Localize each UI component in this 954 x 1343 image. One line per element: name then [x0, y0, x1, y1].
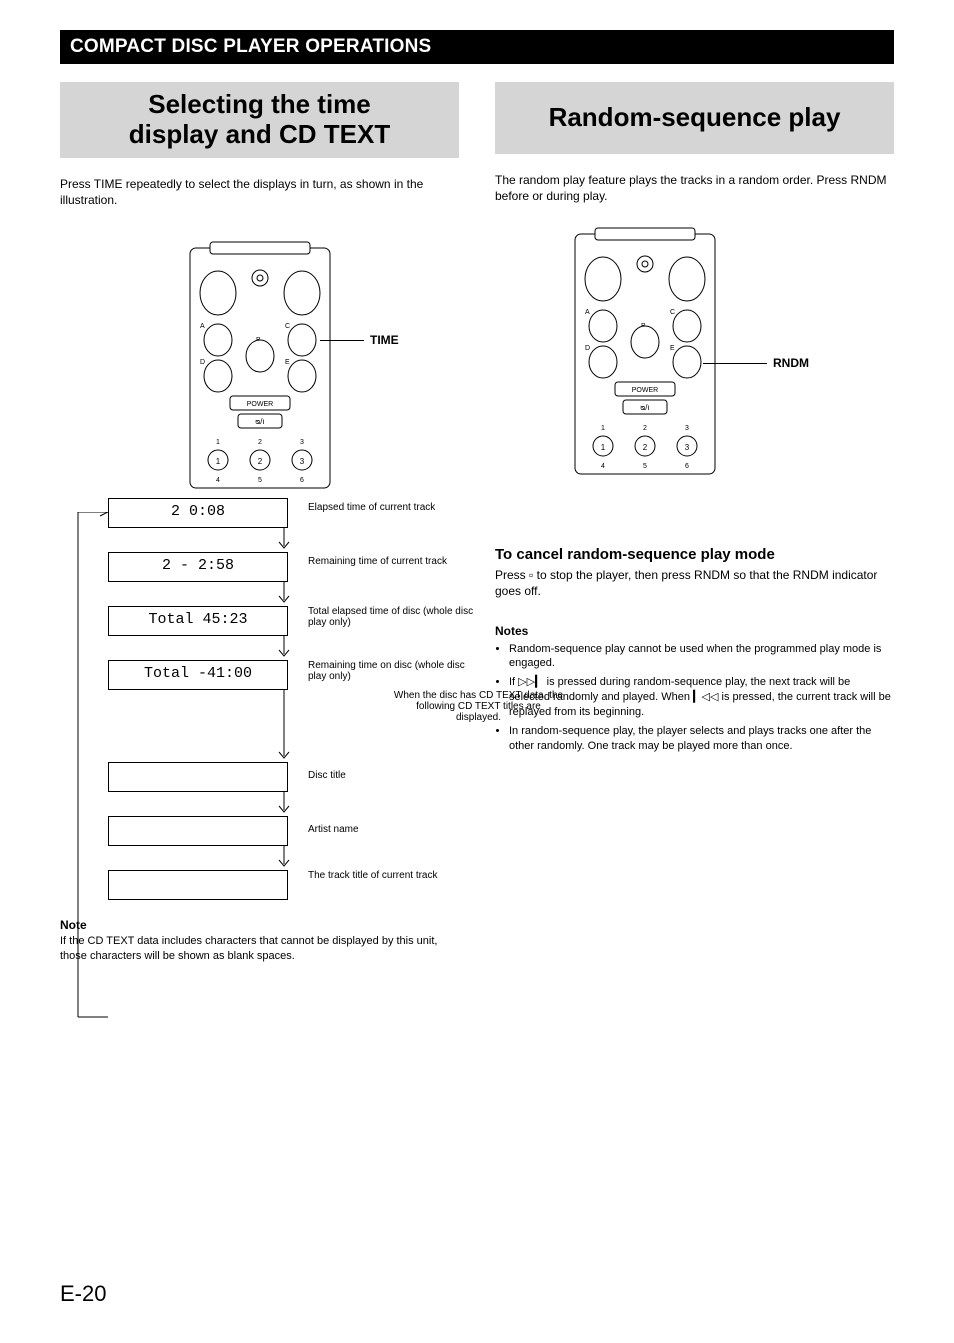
note-heading: Note	[60, 918, 459, 932]
display-total-elapsed: Total 45:23	[108, 606, 288, 636]
right-intro: The random play feature plays the tracks…	[495, 172, 894, 204]
note-item: Random-sequence play cannot be used when…	[509, 642, 894, 672]
arrow-icon	[194, 636, 374, 660]
display-remaining-track: 2 - 2:58	[108, 552, 288, 582]
svg-text:A: A	[585, 309, 590, 316]
section-header: COMPACT DISC PLAYER OPERATIONS	[60, 30, 894, 64]
display-disc-title	[108, 762, 288, 792]
remote-svg-time: A B C D E POWER ᴓ/ı	[180, 238, 340, 498]
arrow-icon	[194, 792, 374, 816]
svg-text:6: 6	[300, 477, 304, 484]
svg-text:6: 6	[685, 463, 689, 470]
svg-text:POWER: POWER	[632, 387, 658, 394]
arrow-icon	[194, 582, 374, 606]
cancel-heading: To cancel random-sequence play mode	[495, 546, 894, 565]
left-intro: Press TIME repeatedly to select the disp…	[60, 176, 459, 208]
label-remaining-track: Remaining time of current track	[308, 556, 478, 567]
svg-text:ᴓ/ı: ᴓ/ı	[640, 403, 649, 412]
label-total-remaining: Remaining time on disc (whole disc play …	[308, 660, 478, 682]
display-artist	[108, 816, 288, 846]
svg-text:3: 3	[685, 425, 689, 432]
label-disc-title: Disc title	[308, 770, 478, 781]
svg-text:4: 4	[216, 477, 220, 484]
remote-diagram-time: A B C D E POWER ᴓ/ı	[60, 238, 459, 498]
label-elapsed-track: Elapsed time of current track	[308, 502, 478, 513]
remote-svg-rndm: A B C D E POWER ᴓ/ı 1 2 3	[565, 224, 725, 484]
cancel-text-b: to stop the player, then press RNDM so t…	[495, 568, 877, 598]
note-body: If the CD TEXT data includes characters …	[60, 934, 459, 964]
svg-text:1: 1	[601, 443, 606, 452]
svg-text:2: 2	[643, 425, 647, 432]
svg-text:2: 2	[258, 439, 262, 446]
svg-text:2: 2	[643, 443, 648, 452]
left-title-l1: Selecting the time	[148, 89, 371, 119]
label-power: POWER	[247, 401, 273, 408]
display-track-title	[108, 870, 288, 900]
label-pwrsym: ᴓ/ı	[255, 417, 264, 426]
label-a: A	[200, 323, 205, 330]
label-cdtext-intro: When the disc has CD TEXT data, the foll…	[394, 690, 564, 723]
display-elapsed-track: 2 0:08	[108, 498, 288, 528]
note-item: If ▷▷▎ is pressed during random-sequence…	[509, 675, 894, 720]
label-artist: Artist name	[308, 824, 478, 835]
label-c: C	[285, 323, 290, 330]
left-column: Selecting the time display and CD TEXT P…	[60, 82, 459, 964]
notes-heading: Notes	[495, 624, 894, 638]
svg-text:1: 1	[601, 425, 605, 432]
svg-text:D: D	[585, 345, 590, 352]
page-number: E-20	[60, 1281, 106, 1307]
right-title: Random-sequence play	[495, 82, 894, 154]
svg-text:E: E	[670, 345, 675, 352]
label-e: E	[285, 359, 290, 366]
loopback-arrow-icon	[70, 512, 108, 1042]
arrow-icon: When the disc has CD TEXT data, the foll…	[194, 690, 374, 762]
display-total-remaining: Total -41:00	[108, 660, 288, 690]
svg-text:2: 2	[258, 457, 263, 466]
right-column: Random-sequence play The random play fea…	[495, 82, 894, 964]
svg-text:C: C	[670, 309, 675, 316]
svg-text:4: 4	[601, 463, 605, 470]
label-track-title: The track title of current track	[308, 870, 478, 881]
svg-text:1: 1	[216, 439, 220, 446]
label-d: D	[200, 359, 205, 366]
svg-text:3: 3	[300, 439, 304, 446]
skip-back-icon: ▎◁◁	[693, 691, 718, 703]
callout-rndm: RNDM	[773, 356, 809, 370]
cancel-text-a: Press	[495, 568, 529, 582]
skip-forward-icon: ▷▷▎	[518, 676, 543, 688]
left-title: Selecting the time display and CD TEXT	[60, 82, 459, 158]
svg-text:3: 3	[300, 457, 305, 466]
left-title-l2: display and CD TEXT	[129, 119, 391, 149]
svg-text:3: 3	[685, 443, 690, 452]
remote-diagram-rndm: A B C D E POWER ᴓ/ı 1 2 3	[495, 224, 894, 484]
svg-text:5: 5	[643, 463, 647, 470]
label-total-elapsed: Total elapsed time of disc (whole disc p…	[308, 606, 478, 628]
time-flow: 2 0:08 Elapsed time of current track 2 -…	[108, 498, 459, 900]
arrow-icon	[194, 528, 374, 552]
callout-time: TIME	[370, 333, 399, 347]
svg-text:1: 1	[216, 457, 221, 466]
cancel-body: Press ▫ to stop the player, then press R…	[495, 567, 894, 599]
arrow-icon	[194, 846, 374, 870]
note-item: In random-sequence play, the player sele…	[509, 724, 894, 754]
note-text: If	[509, 676, 518, 688]
svg-text:5: 5	[258, 477, 262, 484]
